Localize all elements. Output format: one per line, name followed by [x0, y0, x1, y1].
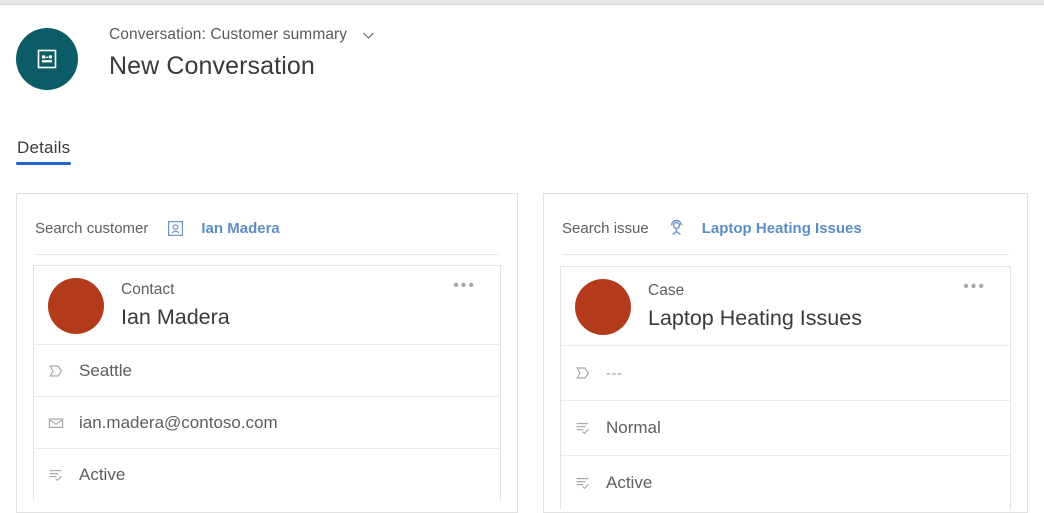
- search-issue-label: Search issue: [562, 219, 649, 237]
- contact-attribute-location: Seattle: [34, 344, 500, 396]
- contact-entity-type: Contact: [121, 281, 175, 298]
- case-attribute-location: ---: [561, 345, 1010, 400]
- contact-attribute-email: ian.madera@contoso.com: [34, 396, 500, 448]
- contact-attribute-status: Active: [34, 448, 500, 500]
- location-tag-icon: [570, 364, 596, 382]
- search-row-divider: [562, 254, 1009, 255]
- contact-status-value: Active: [79, 464, 126, 484]
- page-header: Conversation: Customer summary New Conve…: [16, 20, 1026, 98]
- customer-summary-card: Search customer Ian Madera Contact Ian M…: [16, 193, 518, 513]
- cards-region: Search customer Ian Madera Contact Ian M…: [16, 193, 1028, 513]
- contact-location-value: Seattle: [79, 360, 132, 380]
- contact-card-icon[interactable]: [166, 219, 185, 238]
- contact-entity-card: Contact Ian Madera ••• Seattle ian.mader…: [33, 265, 501, 500]
- email-envelope-icon: [43, 414, 69, 432]
- case-entity-card: Case Laptop Heating Issues ••• --- Norma…: [560, 266, 1011, 510]
- contact-email-value: ian.madera@contoso.com: [79, 412, 278, 432]
- breadcrumb-label: Conversation: Customer summary: [109, 26, 348, 43]
- breadcrumb[interactable]: Conversation: Customer summary: [109, 24, 377, 46]
- search-customer-label: Search customer: [35, 219, 149, 237]
- search-customer-row: Search customer Ian Madera: [17, 194, 517, 238]
- contact-avatar: [48, 278, 104, 334]
- case-avatar: [575, 279, 631, 335]
- page-title: New Conversation: [109, 52, 315, 80]
- person-agent-icon[interactable]: [667, 219, 686, 238]
- case-header-text: Case Laptop Heating Issues: [648, 279, 862, 332]
- status-list-check-icon: [570, 419, 596, 437]
- location-tag-icon: [43, 362, 69, 380]
- case-status-value: Active: [606, 473, 653, 492]
- case-entity-type: Case: [648, 282, 685, 299]
- status-list-check-icon: [43, 466, 69, 484]
- tab-strip: Details: [16, 138, 72, 165]
- contact-entity-name: Ian Madera: [121, 305, 230, 329]
- search-issue-row: Search issue Laptop Heating Issues: [544, 194, 1027, 238]
- case-attribute-priority: Normal: [561, 400, 1010, 455]
- header-text-block: Conversation: Customer summary New Conve…: [109, 20, 377, 81]
- search-row-divider: [35, 254, 499, 255]
- issue-summary-card: Search issue Laptop Heating Issues Case …: [543, 193, 1028, 513]
- search-customer-value-link[interactable]: Ian Madera: [201, 220, 279, 237]
- case-location-value: ---: [606, 364, 623, 382]
- status-list-check-icon: [570, 474, 596, 492]
- tab-details[interactable]: Details: [16, 138, 72, 165]
- contact-entity-header: Contact Ian Madera •••: [34, 266, 500, 344]
- contact-overflow-menu-icon[interactable]: •••: [453, 278, 476, 294]
- case-overflow-menu-icon[interactable]: •••: [963, 279, 986, 295]
- conversation-badge-icon: [16, 28, 78, 90]
- search-issue-value-link[interactable]: Laptop Heating Issues: [702, 220, 862, 237]
- top-chrome-strip: [0, 0, 1044, 5]
- chevron-down-icon[interactable]: [360, 27, 377, 44]
- case-attribute-status: Active: [561, 455, 1010, 510]
- contact-header-text: Contact Ian Madera: [121, 278, 230, 331]
- case-entity-header: Case Laptop Heating Issues •••: [561, 267, 1010, 345]
- case-entity-name: Laptop Heating Issues: [648, 306, 862, 330]
- case-priority-value: Normal: [606, 418, 661, 437]
